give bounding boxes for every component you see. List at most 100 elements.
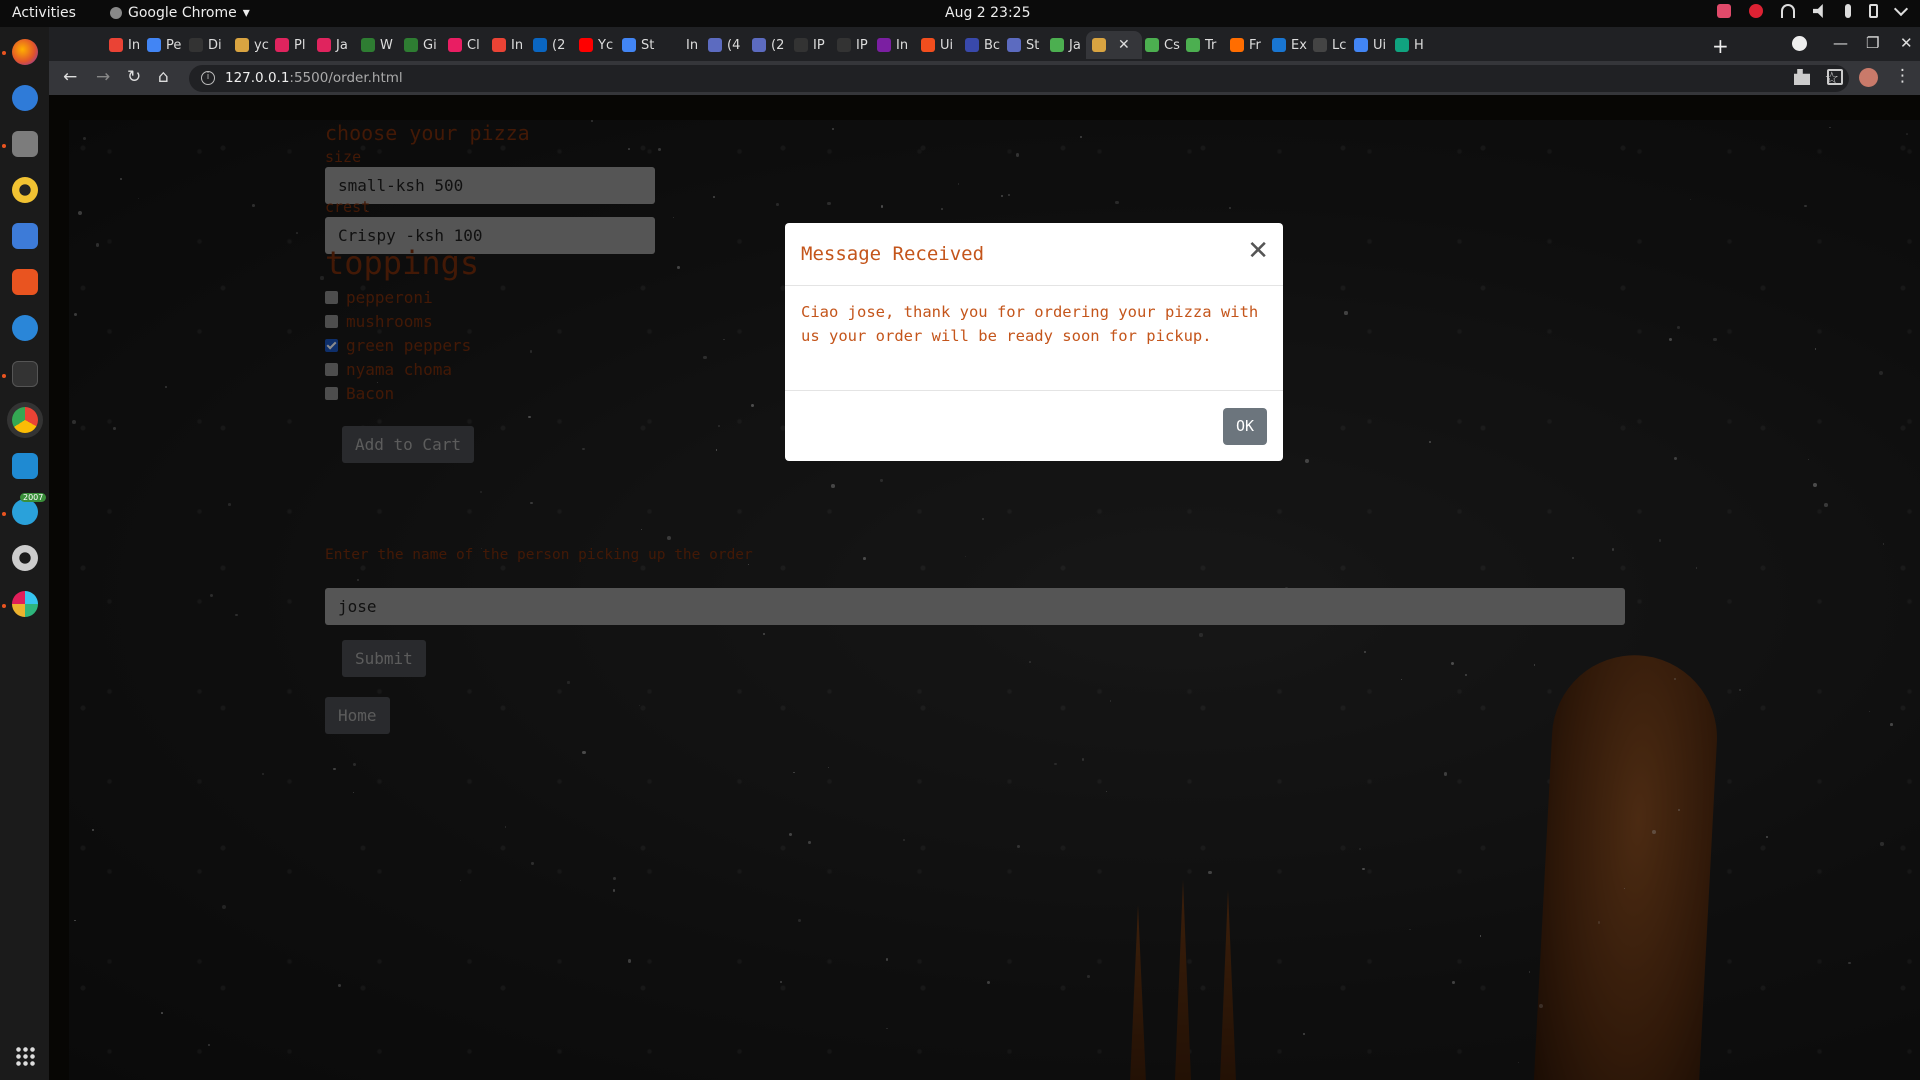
browser-tab[interactable]: IP (788, 31, 829, 59)
slack-tray-icon[interactable] (1717, 4, 1731, 18)
thunderbird-icon[interactable] (12, 85, 38, 111)
rhythmbox-icon[interactable] (12, 177, 38, 203)
back-arrow-icon[interactable]: ← (63, 67, 77, 87)
settings-icon[interactable] (12, 545, 38, 571)
browser-tab[interactable]: (2 (527, 31, 568, 59)
browser-tab[interactable]: Fr (1224, 31, 1265, 59)
browser-tab[interactable]: Cs (1139, 31, 1180, 59)
browser-tab[interactable]: yc (229, 31, 270, 59)
telegram-icon[interactable] (12, 499, 38, 525)
tab-label: IP (813, 37, 825, 53)
url-text[interactable]: 127.0.0.1:5500/order.html (225, 70, 403, 86)
browser-tab[interactable]: (4 (702, 31, 743, 59)
tab-active[interactable]: ✕ (1086, 31, 1142, 59)
browser-tab[interactable]: H (1389, 31, 1430, 59)
browser-tab[interactable]: Pl (269, 31, 310, 59)
close-window-icon[interactable]: ✕ (1900, 34, 1913, 52)
volume-icon[interactable] (1813, 4, 1823, 18)
software-center-icon[interactable] (12, 269, 38, 295)
browser-tab[interactable]: Ui (915, 31, 956, 59)
browser-tab[interactable]: Cl (442, 31, 483, 59)
tab-close-icon[interactable]: ✕ (1118, 37, 1130, 53)
recording-tray-icon[interactable] (1749, 4, 1763, 18)
browser-tab[interactable]: St (616, 31, 657, 59)
modal-message: Ciao jose, thank you for ordering your p… (801, 303, 1259, 345)
chrome-dock-icon[interactable] (12, 407, 38, 433)
firefox-icon[interactable] (12, 39, 38, 65)
terminal-icon[interactable] (12, 361, 38, 387)
browser-tab[interactable]: Lc (1307, 31, 1348, 59)
new-tab-button[interactable]: + (1712, 34, 1729, 58)
browser-tab[interactable]: Bc (959, 31, 1000, 59)
tab-favicon-icon (147, 38, 161, 52)
browser-tab[interactable]: Ja (1044, 31, 1085, 59)
vscode-icon[interactable] (12, 453, 38, 479)
browser-tab[interactable]: (2 (746, 31, 787, 59)
browser-tab[interactable]: Gi (398, 31, 439, 59)
clock[interactable]: Aug 2 23:25 (945, 5, 1031, 21)
tab-label: IP (856, 37, 868, 53)
help-icon[interactable] (12, 315, 38, 341)
modal-title: Message Received (801, 243, 985, 265)
browser-tab[interactable]: In (103, 31, 144, 59)
tab-label: Tr (1205, 37, 1217, 53)
tab-favicon-icon (109, 38, 123, 52)
browser-tab[interactable]: In (871, 31, 912, 59)
browser-tab[interactable]: In (486, 31, 527, 59)
close-icon[interactable]: ✕ (1247, 238, 1269, 264)
home-icon[interactable]: ⌂ (158, 67, 169, 87)
slack-icon[interactable] (12, 591, 38, 617)
tab-label: yc (254, 37, 269, 53)
tab-favicon-icon (1145, 38, 1159, 52)
reload-icon[interactable]: ↻ (127, 67, 141, 87)
tab-label: Ui (940, 37, 954, 53)
tab-search-icon[interactable] (1792, 36, 1807, 51)
tab-favicon-icon (1272, 38, 1286, 52)
show-applications-icon[interactable] (15, 1046, 35, 1066)
kebab-menu-icon[interactable]: ⋮ (1894, 66, 1911, 86)
ok-button[interactable]: OK (1223, 408, 1267, 445)
browser-tab[interactable]: Ex (1266, 31, 1307, 59)
tab-label: Pl (294, 37, 306, 53)
profile-avatar[interactable] (1859, 68, 1878, 87)
browser-tab[interactable]: In (661, 31, 702, 59)
wifi-icon[interactable] (1781, 4, 1795, 18)
microphone-icon[interactable] (1845, 4, 1851, 18)
tab-favicon-icon (1092, 38, 1106, 52)
browser-tab[interactable]: W (355, 31, 396, 59)
browser-tab[interactable]: St (1001, 31, 1042, 59)
tab-favicon-icon (1230, 38, 1244, 52)
tab-favicon-icon (708, 38, 722, 52)
tab-favicon-icon (579, 38, 593, 52)
browser-tab[interactable]: Di (183, 31, 224, 59)
system-tray[interactable] (1717, 1, 1909, 18)
files-icon[interactable] (12, 131, 38, 157)
restore-icon[interactable]: ❐ (1866, 34, 1879, 52)
app-menu-label: Google Chrome (128, 5, 237, 21)
writer-icon[interactable] (12, 223, 38, 249)
running-indicator (2, 144, 6, 148)
system-menu-chevron-icon[interactable] (1893, 1, 1909, 17)
browser-tab[interactable]: IP (831, 31, 872, 59)
browser-toolbar: ← → ↻ ⌂ i 127.0.0.1:5500/order.html ☆ ⋮ (49, 61, 1920, 95)
cast-icon[interactable] (1827, 69, 1843, 85)
tab-label: Di (208, 37, 222, 53)
running-indicator (2, 51, 6, 55)
browser-tab[interactable]: Tr (1180, 31, 1221, 59)
tab-favicon-icon (275, 38, 289, 52)
browser-tab[interactable]: Ui (1348, 31, 1389, 59)
tab-favicon-icon (965, 38, 979, 52)
minimize-icon[interactable]: — (1833, 34, 1848, 52)
tab-favicon-icon (361, 38, 375, 52)
address-bar[interactable]: i 127.0.0.1:5500/order.html ☆ (189, 65, 1849, 92)
app-menu[interactable]: Google Chrome ▾ (110, 5, 250, 21)
browser-tab[interactable]: Pe (141, 31, 182, 59)
activities-button[interactable]: Activities (12, 5, 76, 21)
browser-tab[interactable]: Yc (573, 31, 614, 59)
site-info-icon[interactable]: i (201, 71, 215, 85)
browser-tab[interactable]: Ja (311, 31, 352, 59)
forward-arrow-icon[interactable]: → (96, 67, 110, 87)
battery-icon[interactable] (1869, 4, 1878, 18)
tab-strip: + — ❐ ✕ In Pe Di yc Pl Ja W Gi Cl In (2 Yc St In (4 (2 I… (49, 27, 1920, 61)
tab-favicon-icon (837, 38, 851, 52)
